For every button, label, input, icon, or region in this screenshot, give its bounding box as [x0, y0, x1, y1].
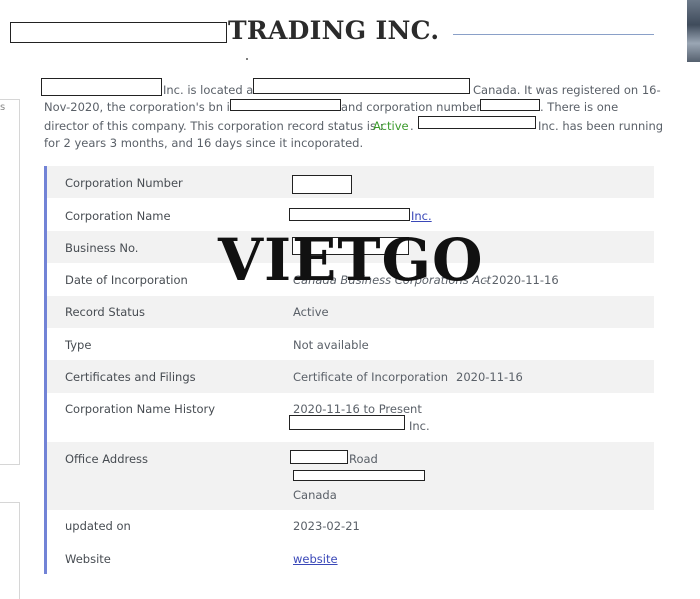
label-corporation-number: Corporation Number	[65, 176, 183, 190]
row-office-address: Office Address Road Canada	[47, 442, 654, 510]
record-status-value: Active	[293, 305, 329, 319]
left-sidebar-frame	[0, 99, 20, 465]
address-country: Canada	[293, 488, 337, 502]
redacted-name-2	[418, 116, 536, 129]
label-website: Website	[65, 552, 111, 566]
redacted-corporation-number	[292, 175, 352, 194]
redacted-company-name	[10, 22, 227, 43]
label-name-history: Corporation Name History	[65, 402, 216, 416]
summary-status: Active	[373, 119, 409, 133]
row-record-status: Record Status Active	[47, 296, 654, 328]
redacted-address	[253, 78, 470, 94]
label-corporation-name: Corporation Name	[65, 209, 171, 223]
row-updated-on: updated on 2023-02-21	[47, 510, 654, 542]
row-name-history: Corporation Name History 2020-11-16 to P…	[47, 393, 654, 442]
summary-line-2b: and corporation number	[341, 100, 482, 114]
decorative-dot	[246, 58, 248, 60]
summary-line-2a: Nov-2020, the corporation's bn is	[44, 100, 236, 114]
redacted-street	[290, 450, 348, 464]
incorporation-date: - 2020-11-16	[484, 273, 559, 287]
redacted-city	[293, 470, 425, 481]
summary-line-3b: .	[410, 119, 414, 133]
summary-line-1b: Canada. It was registered on 16-	[473, 83, 661, 97]
label-updated-on: updated on	[65, 519, 131, 533]
name-history-period: 2020-11-16 to Present	[293, 402, 422, 416]
left-edge-glyph: s	[0, 102, 6, 113]
left-sidebar-frame-lower	[0, 502, 20, 599]
label-office-address: Office Address	[65, 452, 149, 466]
redacted-name	[41, 78, 162, 96]
vietgo-watermark: VIETGO	[218, 226, 484, 294]
row-website: Website website	[47, 542, 654, 574]
certificate-date: 2020-11-16	[456, 370, 523, 384]
corner-thumbnail-image	[687, 0, 700, 62]
row-type: Type Not available	[47, 328, 654, 360]
summary-line-2c: . There is one	[540, 100, 619, 114]
summary-line-4: for 2 years 3 months, and 16 days since …	[44, 136, 364, 150]
redacted-bn	[230, 99, 341, 111]
corporation-name-link[interactable]: Inc.	[411, 209, 432, 223]
title-divider	[453, 34, 654, 35]
label-business-no: Business No.	[65, 241, 139, 255]
address-street-suffix: Road	[349, 452, 378, 466]
redacted-history-name	[289, 415, 405, 430]
name-history-suffix: Inc.	[409, 419, 430, 433]
summary-line-3c: Inc. has been running	[538, 119, 664, 133]
label-type: Type	[65, 338, 92, 352]
certificate-name: Certificate of Incorporation	[293, 370, 449, 384]
summary-line-1a: Inc. is located at	[163, 83, 258, 97]
summary-line-3a: director of this company. This corporati…	[44, 119, 384, 133]
label-date-of-incorporation: Date of Incorporation	[65, 273, 188, 287]
type-value: Not available	[293, 338, 369, 352]
row-certificates: Certificates and Filings Certificate of …	[47, 360, 654, 393]
row-corporation-number: Corporation Number	[47, 166, 654, 198]
redacted-corporation-name	[289, 208, 410, 221]
page-title: TRADING INC.	[228, 16, 440, 45]
redacted-corp-number	[480, 99, 540, 111]
label-certificates: Certificates and Filings	[65, 370, 196, 384]
updated-on-value: 2023-02-21	[293, 519, 360, 533]
website-link[interactable]: website	[293, 552, 338, 566]
label-record-status: Record Status	[65, 305, 146, 319]
